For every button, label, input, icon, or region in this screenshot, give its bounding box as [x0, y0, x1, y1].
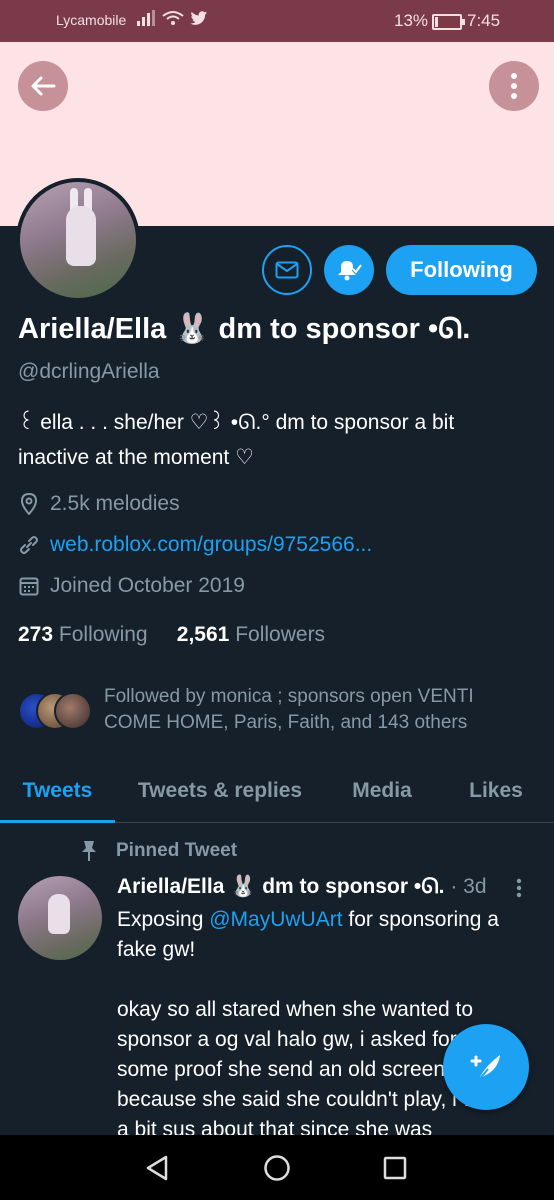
tab-tweets-and-replies[interactable]: Tweets & replies: [124, 760, 316, 822]
followers-count-link[interactable]: 2,561 Followers: [177, 623, 325, 646]
joined-date: Joined October 2019: [50, 574, 245, 597]
tweet-timestamp: · 3d: [450, 875, 487, 898]
nav-home-button[interactable]: [262, 1153, 292, 1183]
tweet-author-avatar[interactable]: [18, 876, 102, 960]
followers-count: 2,561: [176, 623, 230, 646]
followers-label: Followers: [235, 623, 326, 646]
pinned-tweet-text: Pinned Tweet: [116, 840, 238, 861]
following-count: 273: [18, 623, 54, 646]
compose-feather-icon: [470, 1055, 500, 1082]
bio-line: inactive at the moment ♡: [18, 446, 254, 469]
compose-tweet-button[interactable]: [443, 1024, 529, 1110]
tab-likes[interactable]: Likes: [452, 760, 540, 822]
tweet-author-name[interactable]: Ariella/Ella 🐰 dm to sponsor •ᘏ.: [117, 875, 445, 898]
followed-by-line: Followed by monica ; sponsors open VENTI: [104, 686, 474, 707]
followed-by-avatars: [18, 688, 98, 730]
square-recents-icon: [383, 1156, 407, 1180]
wifi-icon: [162, 11, 184, 25]
tweet-mention-link[interactable]: @MayUwUArt: [209, 908, 342, 931]
location-text: 2.5k melodies: [50, 492, 180, 515]
battery-icon: [432, 14, 465, 30]
signal-icon: [137, 10, 155, 26]
notification-bell-icon: [338, 261, 363, 281]
vertical-dots-icon: [511, 73, 517, 99]
link-icon: [18, 534, 40, 556]
status-icons: [136, 10, 208, 26]
tweet-text-segment: for sponsoring a: [342, 908, 499, 931]
bio-line: ꒰ ella . . . she/her ♡꒱ •ᘏ.° dm to spons…: [18, 411, 455, 434]
vertical-dots-icon: [516, 878, 522, 898]
circle-home-icon: [264, 1155, 290, 1181]
nav-recents-button[interactable]: [380, 1153, 410, 1183]
back-button[interactable]: [18, 61, 68, 111]
tab-tweets[interactable]: Tweets: [0, 760, 115, 823]
following-count-link[interactable]: 273 Following: [18, 623, 148, 646]
arrow-left-icon: [31, 76, 56, 96]
carrier-name: Lycamobile: [56, 12, 127, 28]
location-pin-icon: [18, 493, 40, 515]
nav-back-button[interactable]: [142, 1153, 172, 1183]
triangle-back-icon: [146, 1155, 168, 1181]
following-button[interactable]: Following: [386, 245, 537, 295]
location-row: 2.5k melodies: [18, 492, 180, 516]
followed-by[interactable]: Followed by monica ; sponsors open VENTI…: [18, 684, 474, 733]
tweet-options-button[interactable]: [516, 878, 522, 903]
pin-icon: [82, 841, 96, 861]
followed-by-line: COME HOME, Paris, Faith, and 143 others: [104, 712, 468, 733]
tweet-text-line: okay so all stared when she wanted to: [117, 998, 474, 1021]
calendar-icon: [18, 575, 40, 597]
tweet-text-segment: Exposing: [117, 908, 210, 931]
pinned-tweet-label: Pinned Tweet: [80, 840, 237, 862]
notification-bell-button[interactable]: [324, 245, 374, 295]
battery-percent: 13%: [394, 11, 429, 30]
website-link[interactable]: web.roblox.com/groups/9752566...: [50, 533, 372, 557]
profile-bio: ꒰ ella . . . she/her ♡꒱ •ᘏ.° dm to spons…: [18, 405, 538, 475]
followed-by-text: Followed by monica ; sponsors open VENTI…: [104, 684, 544, 736]
follow-counts: 273 Following 2,561 Followers: [18, 623, 325, 647]
following-label: Following: [58, 623, 148, 646]
message-button[interactable]: [262, 245, 312, 295]
avatar: [54, 692, 92, 730]
profile-tabs: Tweets Tweets & replies Media Likes: [0, 760, 554, 823]
display-name: Ariella/Ella 🐰 dm to sponsor •ᘏ.: [18, 313, 471, 345]
tweet-text-line: fake gw!: [117, 938, 196, 961]
envelope-icon: [275, 261, 299, 279]
twitter-bird-icon: [190, 10, 208, 25]
tweet-header: Ariella/Ella 🐰 dm to sponsor •ᘏ. · 3d: [117, 875, 487, 899]
status-bar: Lycamobile 13% 7:45: [0, 0, 554, 42]
website-row: web.roblox.com/groups/9752566...: [18, 533, 372, 557]
user-handle: @dcrlingAriella: [18, 360, 160, 383]
system-navigation-bar: [0, 1135, 554, 1200]
profile-avatar[interactable]: [16, 178, 140, 302]
more-options-button[interactable]: [489, 61, 539, 111]
tab-media[interactable]: Media: [336, 760, 428, 822]
joined-row: Joined October 2019: [18, 574, 245, 598]
clock: 7:45: [467, 11, 501, 30]
